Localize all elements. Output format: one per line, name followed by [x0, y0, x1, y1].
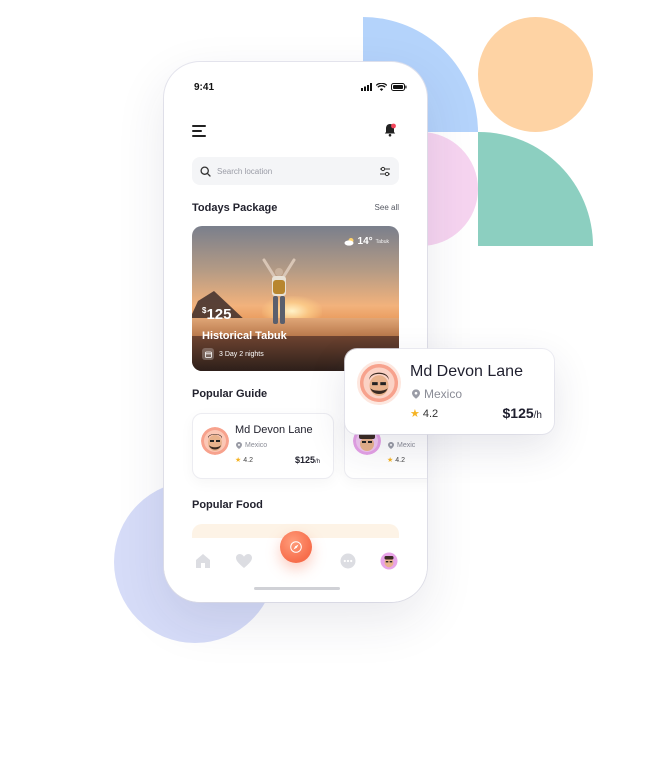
chat-icon[interactable]	[339, 552, 357, 570]
popup-guide-name: Md Devon Lane	[410, 363, 523, 380]
heart-icon[interactable]	[235, 552, 253, 570]
popup-guide-avatar	[357, 361, 401, 405]
popup-guide-price-value: $125	[502, 405, 534, 421]
weather-icon	[344, 237, 354, 246]
menu-icon[interactable]	[192, 125, 208, 137]
weather-city: Tabuk	[375, 238, 389, 245]
search-input[interactable]: Search location	[217, 167, 379, 176]
home-indicator	[254, 587, 340, 590]
search-bar[interactable]: Search location	[192, 157, 399, 185]
location-pin-icon	[236, 442, 242, 449]
package-price-amount: 125	[206, 306, 232, 323]
decor-orange-circle	[478, 17, 593, 132]
traveler-figure	[262, 258, 296, 324]
profile-icon[interactable]	[380, 552, 398, 570]
guide-location: Mexic	[388, 442, 415, 449]
weather-temperature: 14°	[357, 236, 373, 247]
guide-price-value: $125	[295, 455, 316, 465]
popup-guide-card[interactable]: Md Devon Lane Mexico ★ 4.2 $125/h	[345, 349, 554, 434]
phone-screen: 9:41 Search location Todays Package See …	[164, 62, 427, 602]
package-name: Historical Tabuk	[202, 330, 287, 342]
guide-rating: ★ 4.2	[235, 456, 254, 465]
popup-guide-rating-value: 4.2	[422, 407, 439, 420]
compass-icon	[290, 541, 302, 553]
decor-green-quarter-circle	[478, 132, 593, 246]
guide-location-text: Mexic	[397, 442, 416, 449]
guide-name: Md Devon Lane	[235, 424, 313, 436]
search-icon	[200, 165, 211, 177]
star-icon: ★	[235, 457, 242, 464]
filter-icon[interactable]	[379, 166, 391, 177]
guide-price-unit: /h	[315, 459, 321, 465]
compass-button[interactable]	[280, 531, 312, 563]
guide-rating-value: 4.2	[243, 456, 254, 464]
popup-guide-rating: ★ 4.2	[410, 407, 439, 421]
bell-icon[interactable]	[381, 121, 399, 139]
home-icon[interactable]	[194, 552, 212, 570]
wifi-icon	[376, 83, 387, 91]
guide-location: Mexico	[236, 442, 267, 449]
guide-price: $125/h	[295, 455, 320, 465]
star-icon: ★	[387, 457, 394, 464]
star-icon: ★	[410, 408, 420, 420]
package-price: $125	[202, 306, 231, 324]
popup-guide-price: $125/h	[503, 405, 543, 421]
popular-guide-title: Popular Guide	[192, 388, 268, 400]
todays-package-title: Todays Package	[192, 202, 278, 214]
popup-guide-location: Mexico	[412, 387, 462, 401]
package-duration-text: 3 Day 2 nights	[219, 350, 264, 358]
guide-location-text: Mexico	[245, 442, 268, 449]
battery-icon	[391, 83, 407, 91]
guide-rating-value: 4.2	[395, 456, 406, 464]
guide-card[interactable]: Md Devon Lane Mexico ★ 4.2 $125/h	[192, 413, 334, 479]
status-time: 9:41	[194, 82, 215, 93]
location-pin-icon	[412, 389, 420, 399]
weather-badge: 14° Tabuk	[344, 236, 389, 247]
popular-food-title: Popular Food	[192, 499, 263, 511]
location-pin-icon	[388, 442, 394, 449]
signal-icon	[361, 83, 372, 91]
popup-guide-price-unit: /h	[533, 410, 542, 421]
guide-avatar	[201, 427, 229, 455]
see-all-link[interactable]: See all	[375, 203, 399, 212]
package-duration: 3 Day 2 nights	[202, 348, 264, 360]
status-icons	[361, 83, 407, 91]
guide-rating: ★ 4.2	[387, 456, 406, 465]
calendar-icon	[202, 348, 214, 360]
popup-guide-location-text: Mexico	[424, 387, 463, 401]
decor-pink-half-circle	[420, 132, 478, 246]
